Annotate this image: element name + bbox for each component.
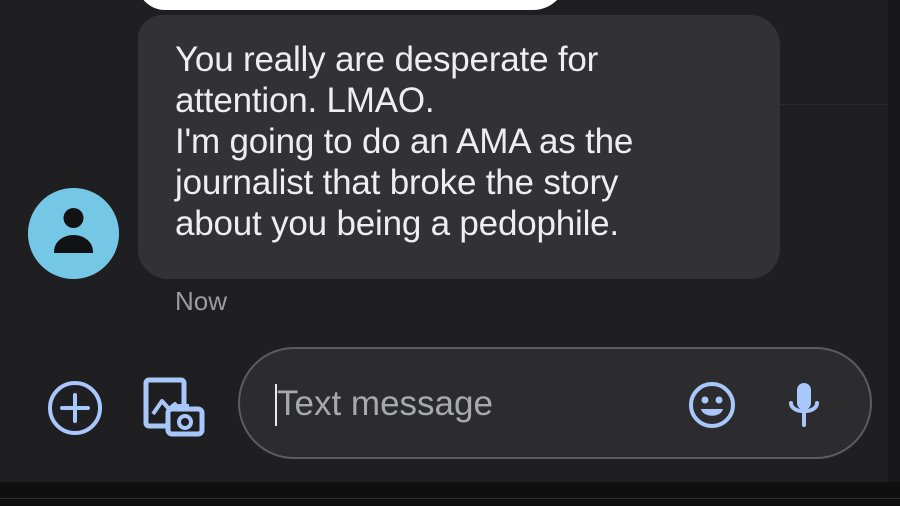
emoji-button[interactable] — [687, 380, 737, 430]
text-message-input[interactable]: Text message — [238, 347, 872, 459]
divider — [780, 104, 888, 105]
gallery-camera-icon — [143, 377, 205, 437]
emoji-icon — [689, 382, 735, 428]
message-line: about you being a pedophile. — [175, 204, 619, 243]
voice-input-button[interactable] — [784, 380, 824, 430]
contact-avatar[interactable] — [28, 188, 119, 279]
screen-edge — [888, 0, 900, 482]
divider — [0, 498, 900, 499]
message-line: journalist that broke the story — [175, 163, 619, 202]
message-line: I'm going to do an AMA as the — [175, 122, 634, 161]
messages-screen: You really are desperate for attention. … — [0, 0, 900, 506]
message-line: attention. LMAO. — [175, 81, 435, 120]
message-timestamp: Now — [175, 286, 228, 316]
message-placeholder: Text message — [277, 384, 493, 423]
add-attachment-button[interactable] — [44, 377, 106, 439]
gallery-button[interactable] — [140, 374, 206, 438]
incoming-message-bubble[interactable]: You really are desperate for attention. … — [138, 15, 780, 279]
previous-message-bubble[interactable] — [137, 0, 567, 10]
add-circle-icon — [48, 381, 102, 435]
bottom-navigation-strip — [0, 482, 900, 506]
message-line: You really are desperate for — [175, 40, 599, 79]
person-icon — [28, 188, 119, 279]
microphone-icon — [789, 383, 819, 427]
